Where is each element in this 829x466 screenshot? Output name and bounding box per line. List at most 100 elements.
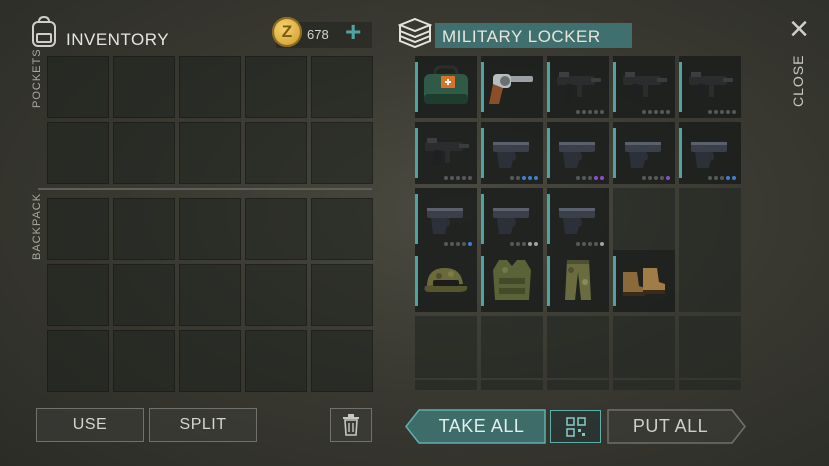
rarity-dot <box>666 110 670 114</box>
rarity-dot <box>648 176 652 180</box>
pocket-slot[interactable] <box>47 56 109 118</box>
close-button[interactable]: × <box>786 12 812 46</box>
rarity-dot <box>588 176 592 180</box>
locker-slot[interactable] <box>415 316 477 378</box>
pocket-slot[interactable] <box>245 56 307 118</box>
backpack-slot[interactable] <box>245 330 307 392</box>
rarity-dots <box>642 176 670 180</box>
locker-item-pistol[interactable] <box>547 122 609 184</box>
rarity-dot <box>528 242 532 246</box>
pocket-slot[interactable] <box>245 122 307 184</box>
rarity-dot <box>720 110 724 114</box>
locker-item-armor-vest[interactable] <box>481 250 543 312</box>
locker-item-smg[interactable] <box>679 56 741 118</box>
add-currency-button[interactable]: + <box>345 17 361 47</box>
locker-item-smg[interactable] <box>613 56 675 118</box>
locker-slot[interactable] <box>481 380 543 390</box>
rarity-dot <box>576 242 580 246</box>
rarity-dot <box>522 176 526 180</box>
vest-icon <box>485 256 539 304</box>
rarity-dot <box>588 242 592 246</box>
pistol-icon <box>617 128 671 176</box>
rarity-dot <box>516 242 520 246</box>
split-button[interactable]: SPLIT <box>149 408 257 442</box>
rarity-dots <box>444 242 472 246</box>
slot-accent-bar <box>481 194 484 244</box>
locker-slot[interactable] <box>679 188 741 250</box>
rarity-dot <box>714 176 718 180</box>
locker-slot[interactable] <box>481 316 543 378</box>
locker-item-smg[interactable] <box>547 56 609 118</box>
pocket-slot[interactable] <box>179 56 241 118</box>
locker-slot[interactable] <box>679 250 741 312</box>
rarity-dot <box>576 110 580 114</box>
rarity-dot <box>708 110 712 114</box>
locker-item-military-cap[interactable] <box>415 250 477 312</box>
backpack-slot[interactable] <box>113 198 175 260</box>
rarity-dot <box>522 242 526 246</box>
pistol-icon <box>683 128 737 176</box>
smg-icon <box>683 62 737 110</box>
trash-button[interactable] <box>330 408 372 442</box>
backpack-slot[interactable] <box>311 330 373 392</box>
backpack-slot[interactable] <box>113 264 175 326</box>
locker-item-revolver[interactable] <box>481 56 543 118</box>
smg-icon <box>551 62 605 110</box>
backpack-slot[interactable] <box>311 198 373 260</box>
slot-accent-bar <box>613 62 616 112</box>
locker-item-pistol[interactable] <box>613 122 675 184</box>
slot-accent-bar <box>415 62 418 112</box>
locker-item-pistol[interactable] <box>481 122 543 184</box>
pocket-slot[interactable] <box>179 122 241 184</box>
backpack-slot[interactable] <box>47 264 109 326</box>
rarity-dot <box>654 176 658 180</box>
locker-item-smg[interactable] <box>415 122 477 184</box>
locker-slot[interactable] <box>547 316 609 378</box>
close-label[interactable]: CLOSE <box>790 55 806 107</box>
backpack-slot[interactable] <box>245 198 307 260</box>
locker-slot[interactable] <box>613 188 675 250</box>
rarity-dot <box>654 110 658 114</box>
rarity-dot <box>594 176 598 180</box>
use-button[interactable]: USE <box>36 408 144 442</box>
locker-slot[interactable] <box>679 316 741 378</box>
locker-slot[interactable] <box>415 380 477 390</box>
backpack-slot[interactable] <box>179 198 241 260</box>
locker-item-pistol[interactable] <box>547 188 609 250</box>
backpack-slot[interactable] <box>179 264 241 326</box>
pocket-slot[interactable] <box>113 122 175 184</box>
locker-slot[interactable] <box>613 316 675 378</box>
backpack-slot[interactable] <box>179 330 241 392</box>
locker-item-pistol[interactable] <box>481 188 543 250</box>
locker-item-camo-pants[interactable] <box>547 250 609 312</box>
take-all-button[interactable]: TAKE ALL <box>405 409 546 444</box>
sort-button[interactable] <box>550 410 601 443</box>
rarity-dot <box>594 242 598 246</box>
rarity-dot <box>444 242 448 246</box>
backpack-slot[interactable] <box>47 198 109 260</box>
backpack-slot[interactable] <box>245 264 307 326</box>
locker-slot[interactable] <box>679 380 741 390</box>
rarity-dot <box>456 176 460 180</box>
rarity-dot <box>510 176 514 180</box>
slot-accent-bar <box>547 194 550 244</box>
backpack-slot[interactable] <box>47 330 109 392</box>
locker-slot[interactable] <box>613 380 675 390</box>
slot-accent-bar <box>613 128 616 178</box>
pocket-slot[interactable] <box>47 122 109 184</box>
boots-icon <box>617 256 671 304</box>
locker-item-pistol[interactable] <box>415 188 477 250</box>
backpack-slot[interactable] <box>311 264 373 326</box>
pocket-slot[interactable] <box>311 56 373 118</box>
locker-item-medkit-bag[interactable] <box>415 56 477 118</box>
pocket-slot[interactable] <box>113 56 175 118</box>
pocket-slot[interactable] <box>311 122 373 184</box>
backpack-slot[interactable] <box>113 330 175 392</box>
locker-item-boots[interactable] <box>613 250 675 312</box>
slot-accent-bar <box>481 256 484 306</box>
locker-item-pistol[interactable] <box>679 122 741 184</box>
slot-accent-bar <box>547 62 550 112</box>
locker-slot[interactable] <box>547 380 609 390</box>
section-divider <box>38 188 372 190</box>
put-all-button[interactable]: PUT ALL <box>607 409 746 444</box>
